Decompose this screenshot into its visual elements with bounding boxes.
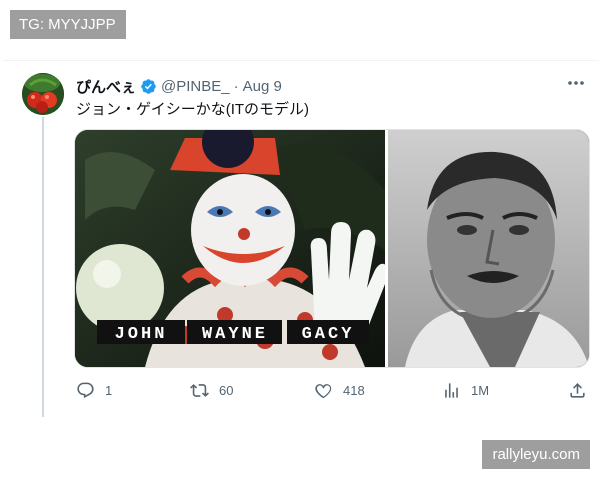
share-button[interactable] xyxy=(568,376,587,404)
tweet[interactable]: ぴんべぇ @PINBE_ · Aug 9 ジョン・ゲイシーかな(ITのモデル) xyxy=(3,60,599,421)
watermark-bottom: rallyleyu.com xyxy=(482,440,590,469)
header-separator: · xyxy=(233,78,239,95)
caption-word-2: WAYNE xyxy=(202,325,268,344)
reply-icon xyxy=(77,382,94,398)
share-icon xyxy=(570,382,585,398)
mugshot-photo xyxy=(388,130,589,367)
tweet-date[interactable]: Aug 9 xyxy=(243,78,282,95)
display-name[interactable]: ぴんべぇ xyxy=(76,76,136,97)
user-handle[interactable]: @PINBE_ xyxy=(161,78,230,95)
more-options-icon[interactable] xyxy=(565,75,587,91)
thread-line xyxy=(42,117,44,417)
views-count: 1M xyxy=(471,382,490,398)
clown-photo: JOHN WAYNE GACY xyxy=(75,130,389,367)
like-count: 418 xyxy=(343,382,365,398)
heart-icon xyxy=(315,383,332,398)
media-image: JOHN WAYNE GACY xyxy=(75,130,589,367)
retweet-icon xyxy=(190,383,209,397)
verified-badge-icon xyxy=(141,79,156,94)
retweet-button[interactable]: 60 xyxy=(190,376,233,404)
reply-button[interactable]: 1 xyxy=(76,376,112,404)
watermark-top: TG: MYYJJPP xyxy=(10,10,126,39)
tweet-text: ジョン・ゲイシーかな(ITのモデル) xyxy=(76,101,310,118)
caption-word-3: GACY xyxy=(302,325,355,344)
avatar[interactable] xyxy=(22,73,64,115)
avatar-tomato-image xyxy=(22,73,64,115)
views-button[interactable]: 1M xyxy=(442,376,489,404)
tweet-header: ぴんべぇ @PINBE_ · Aug 9 xyxy=(76,76,282,97)
views-chart-icon xyxy=(445,382,458,398)
retweet-count: 60 xyxy=(219,382,234,398)
tweet-actions: 1 60 418 1M xyxy=(74,376,594,404)
like-button[interactable]: 418 xyxy=(314,376,365,404)
caption-word-1: JOHN xyxy=(115,325,168,344)
tweet-media[interactable]: JOHN WAYNE GACY xyxy=(74,129,590,368)
media-caption: JOHN WAYNE GACY xyxy=(97,320,369,344)
reply-count: 1 xyxy=(105,382,113,398)
